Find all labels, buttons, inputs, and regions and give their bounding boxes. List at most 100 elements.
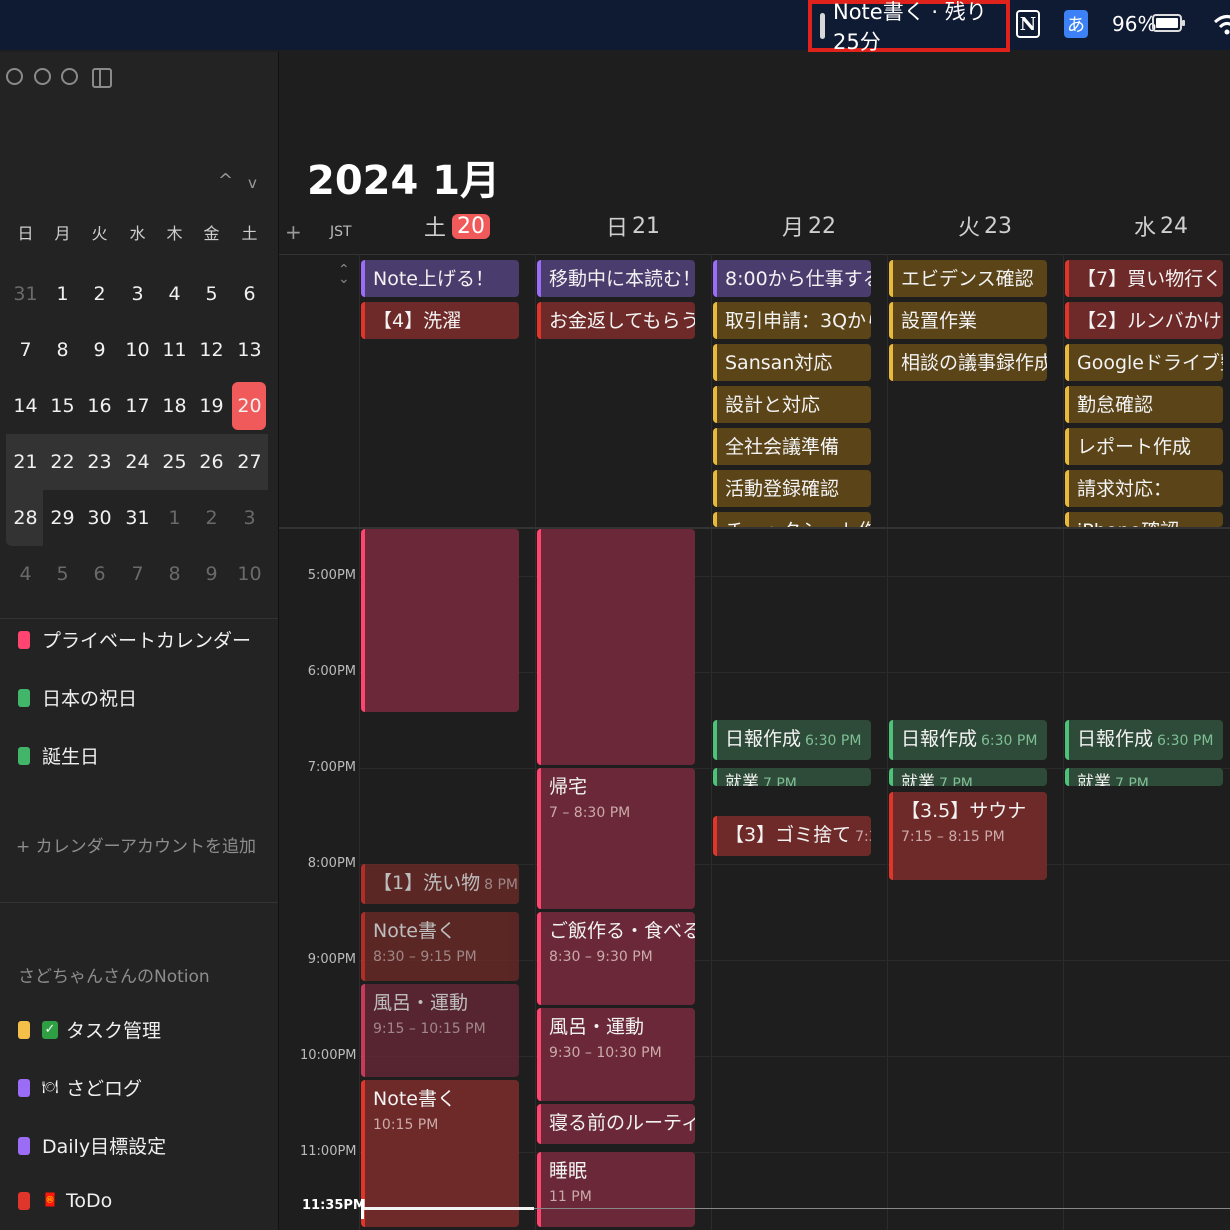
allday-event[interactable]: お金返してもらう (537, 302, 695, 339)
notion-database-item[interactable]: ✓ タスク管理 (18, 1016, 161, 1043)
allday-event[interactable]: レポート作成 (1065, 428, 1223, 465)
mini-cal-day[interactable]: 26 (193, 442, 230, 482)
calendar-event[interactable]: 就業 7 PM (713, 768, 871, 787)
allday-event[interactable]: 移動中に本読む！ (537, 260, 695, 297)
mini-cal-day[interactable]: 16 (81, 386, 118, 426)
add-calendar-account-button[interactable]: + カレンダーアカウントを追加 (16, 832, 256, 857)
calendar-event[interactable]: 日報作成 6:30 PM (889, 720, 1047, 761)
mini-cal-day[interactable]: 1 (44, 274, 81, 314)
notion-database-item[interactable]: 🧧 ToDo (18, 1190, 112, 1212)
allday-event[interactable]: 全社会議準備 (713, 428, 871, 465)
day-header[interactable]: 日 21 (606, 208, 660, 244)
mini-cal-day[interactable]: 2 (193, 498, 230, 538)
mini-cal-day[interactable]: 19 (193, 386, 230, 426)
allday-event[interactable]: 8:00から仕事する！ (713, 260, 871, 297)
mini-cal-day[interactable]: 27 (231, 442, 268, 482)
mini-cal-day[interactable]: 31 (7, 274, 44, 314)
calendar-event[interactable]: 風呂・運動 9:30 – 10:30 PM (537, 1008, 695, 1101)
mini-cal-day[interactable]: 11 (156, 330, 193, 370)
mini-cal-day[interactable]: 8 (156, 554, 193, 594)
calendar-item[interactable]: 日本の祝日 (18, 684, 137, 711)
calendar-event[interactable]: 日報作成 6:30 PM (1065, 720, 1223, 761)
allday-event[interactable]: 【7】買い物行く (1065, 260, 1223, 297)
allday-event[interactable]: Sansan対応 (713, 344, 871, 381)
battery-icon[interactable] (1152, 14, 1185, 32)
allday-event[interactable]: 設計と対応 (713, 386, 871, 423)
mini-cal-day[interactable]: 8 (44, 330, 81, 370)
mini-cal-day[interactable]: 1 (156, 498, 193, 538)
mini-cal-day[interactable]: 10 (231, 554, 268, 594)
mini-cal-day[interactable]: 30 (81, 498, 118, 538)
mini-cal-day[interactable]: 18 (156, 386, 193, 426)
input-method-icon[interactable]: あ (1064, 10, 1088, 38)
sidebar-toggle-icon[interactable] (92, 68, 112, 88)
mini-cal-day[interactable]: 12 (193, 330, 230, 370)
mini-cal-day[interactable]: 20 (231, 386, 268, 426)
mini-cal-day[interactable]: 5 (193, 274, 230, 314)
allday-event[interactable]: 取引申請：3Qから... (713, 302, 871, 339)
calendar-event[interactable]: 就業 7 PM (889, 768, 1047, 787)
close-window-button[interactable] (6, 68, 23, 85)
mini-cal-day[interactable]: 21 (7, 442, 44, 482)
mini-cal-day[interactable]: 25 (156, 442, 193, 482)
day-header[interactable]: 土 20 (424, 208, 491, 244)
collapse-allday-icon[interactable]: ⌃ ⌄ (338, 263, 350, 286)
mini-cal-day[interactable]: 6 (81, 554, 118, 594)
allday-event[interactable]: Note上げる！ (361, 260, 519, 297)
calendar-event[interactable]: 【1】洗い物 8 PM (361, 864, 519, 905)
calendar-event[interactable]: Note書く 10:15 PM (361, 1080, 519, 1227)
mini-cal-day[interactable]: 31 (119, 498, 156, 538)
day-header[interactable]: 月 22 (782, 208, 836, 244)
allday-event[interactable]: Googleドライブ整... (1065, 344, 1223, 381)
mini-cal-day[interactable]: 2 (81, 274, 118, 314)
calendar-event[interactable]: 帰宅 7 – 8:30 PM (537, 768, 695, 909)
calendar-event[interactable]: 風呂・運動 9:15 – 10:15 PM (361, 984, 519, 1077)
calendar-event[interactable]: 寝る前のルーティン (537, 1104, 695, 1145)
day-header[interactable]: 火 23 (958, 208, 1012, 244)
allday-event[interactable]: 請求対応： (1065, 470, 1223, 507)
calendar-event[interactable]: Note書く 8:30 – 9:15 PM (361, 912, 519, 981)
allday-event[interactable]: エビデンス確認 (889, 260, 1047, 297)
allday-event[interactable]: 勤怠確認 (1065, 386, 1223, 423)
minimize-window-button[interactable] (34, 68, 51, 85)
calendar-event[interactable] (537, 529, 695, 765)
mini-cal-day[interactable]: 17 (119, 386, 156, 426)
calendar-event[interactable]: 【3.5】サウナ 7:15 – 8:15 PM (889, 792, 1047, 881)
allday-event[interactable]: チェックシート作成 (713, 512, 871, 527)
mini-cal-prev-button[interactable]: ^ (218, 170, 233, 191)
timezone-label[interactable]: JST (330, 224, 352, 240)
mini-cal-day[interactable]: 22 (44, 442, 81, 482)
mini-cal-day[interactable]: 29 (44, 498, 81, 538)
allday-event[interactable]: 【4】洗濯 (361, 302, 519, 339)
mini-cal-day[interactable]: 4 (156, 274, 193, 314)
mini-cal-day[interactable]: 9 (81, 330, 118, 370)
calendar-event[interactable]: 【3】ゴミ捨て7:30... (713, 816, 871, 857)
calendar-event[interactable]: 就業 7 PM (1065, 768, 1223, 787)
notion-database-item[interactable]: Daily目標設定 (18, 1132, 166, 1159)
allday-event[interactable]: iPhone確認 (1065, 512, 1223, 527)
mini-cal-day[interactable]: 3 (119, 274, 156, 314)
calendar-item[interactable]: 誕生日 (18, 742, 99, 769)
mini-cal-day[interactable]: 10 (119, 330, 156, 370)
mini-cal-day[interactable]: 24 (119, 442, 156, 482)
allday-event[interactable]: 相談の議事録作成 (889, 344, 1047, 381)
mini-cal-day[interactable]: 5 (44, 554, 81, 594)
calendar-event[interactable] (361, 529, 519, 713)
mini-cal-day[interactable]: 6 (231, 274, 268, 314)
mini-cal-day[interactable]: 3 (231, 498, 268, 538)
notion-menubar-icon[interactable]: N (1016, 10, 1040, 38)
add-event-button[interactable]: + (285, 220, 302, 244)
day-header[interactable]: 水 24 (1134, 208, 1188, 244)
calendar-item[interactable]: プライベートカレンダー (18, 626, 251, 653)
calendar-event[interactable]: 日報作成 6:30 PM (713, 720, 871, 761)
mini-cal-day[interactable]: 14 (7, 386, 44, 426)
mini-cal-day[interactable]: 7 (7, 330, 44, 370)
mini-cal-next-button[interactable]: v (248, 174, 257, 192)
mini-cal-day[interactable]: 13 (231, 330, 268, 370)
focus-timer-status[interactable]: Note書く · 残り 25分 (808, 0, 1010, 54)
mini-cal-day[interactable]: 28 (7, 498, 44, 538)
mini-cal-day[interactable]: 4 (7, 554, 44, 594)
mini-cal-day[interactable]: 15 (44, 386, 81, 426)
allday-event[interactable]: 【2】ルンバかける (1065, 302, 1223, 339)
allday-event[interactable]: 活動登録確認 (713, 470, 871, 507)
